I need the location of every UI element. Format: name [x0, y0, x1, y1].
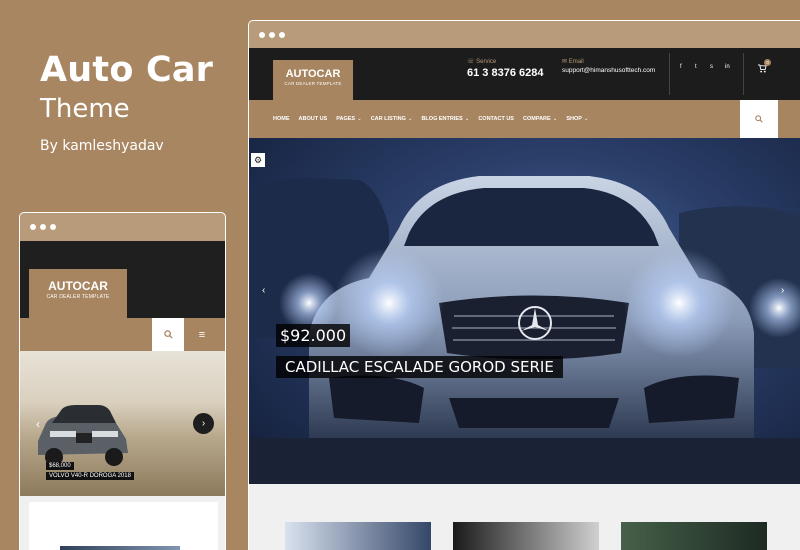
listing-thumbnail[interactable] — [621, 522, 767, 550]
desktop-hero-slider: ⚙ ‹ › $92.000 CADILLAC ESCALADE GOROD SE… — [249, 138, 800, 484]
desktop-content-area — [249, 484, 800, 550]
mobile-slide-name: VOLVO V40-R DOROGA 2018 — [46, 472, 134, 480]
window-dot-icon — [40, 224, 46, 230]
header-divider — [669, 53, 670, 95]
nav-item-blog-entries[interactable]: BLOG ENTRIES — [421, 116, 462, 122]
desktop-window-bar — [249, 21, 800, 48]
promo-author: By kamleshyadav — [40, 138, 164, 154]
mobile-card — [29, 502, 218, 550]
desktop-preview-window: AUTOCAR CAR DEALER TEMPLATE ☏ Service 61… — [248, 20, 800, 550]
window-dot-icon — [259, 31, 265, 38]
promo-title: Auto Car — [40, 50, 214, 90]
chevron-down-icon[interactable]: ⌄ — [465, 116, 470, 122]
car-image — [38, 405, 128, 466]
window-dot-icon — [50, 224, 56, 230]
mobile-window-bar — [20, 213, 225, 241]
chevron-down-icon[interactable]: ⌄ — [408, 116, 413, 122]
mobile-logo-name: AUTOCAR — [48, 279, 108, 293]
chevron-left-icon[interactable]: ‹ — [36, 417, 40, 431]
desktop-header: AUTOCAR CAR DEALER TEMPLATE ☏ Service 61… — [249, 48, 800, 100]
mobile-header: AUTOCAR CAR DEALER TEMPLATE — [20, 241, 225, 318]
menu-icon[interactable]: ≡ — [190, 318, 214, 351]
mobile-card-image — [60, 546, 180, 550]
search-icon[interactable] — [152, 318, 184, 351]
cart-count-badge: 0 — [764, 59, 771, 66]
nav-item-about-us[interactable]: ABOUT US — [299, 116, 328, 122]
chevron-right-icon[interactable]: › — [193, 413, 214, 434]
chevron-down-icon[interactable]: ⌄ — [357, 116, 362, 122]
window-dot-icon — [279, 31, 285, 38]
desktop-nav: HOME ABOUT US PAGES ⌄ CAR LISTING ⌄ BLOG ENTRI… — [249, 100, 800, 138]
email-label: ✉ Email — [562, 59, 584, 65]
nav-item-compare[interactable]: COMPARE — [523, 116, 551, 122]
header-divider — [743, 53, 744, 95]
facebook-icon[interactable]: f — [680, 64, 682, 70]
window-dot-icon — [269, 31, 275, 38]
desktop-logo-tagline: CAR DEALER TEMPLATE — [284, 81, 342, 86]
nav-menu: HOME ABOUT US PAGES ⌄ CAR LISTING ⌄ BLOG ENTRI… — [273, 100, 589, 138]
desktop-logo-name: AUTOCAR — [285, 68, 341, 80]
listing-thumbnail[interactable] — [285, 522, 431, 550]
slide-car-name: CADILLAC ESCALADE GOROD SERIE — [276, 356, 563, 378]
service-label: ☏ Service — [467, 59, 497, 65]
gear-icon[interactable]: ⚙ — [251, 153, 265, 167]
slide-price: $92.000 — [276, 324, 351, 347]
nav-item-contact-us[interactable]: CONTACT US — [478, 116, 514, 122]
mobile-hero-slider: ‹ › $68,000 VOLVO V40-R DOROGA 2018 — [20, 351, 225, 496]
mobile-body — [20, 496, 225, 550]
twitter-icon[interactable]: t — [695, 64, 697, 70]
nav-item-home[interactable]: HOME — [273, 116, 290, 122]
car-image — [249, 176, 800, 484]
mobile-logo[interactable]: AUTOCAR CAR DEALER TEMPLATE — [29, 269, 127, 318]
nav-item-shop[interactable]: SHOP — [566, 116, 582, 122]
desktop-logo[interactable]: AUTOCAR CAR DEALER TEMPLATE — [273, 60, 353, 100]
skype-icon[interactable]: s — [710, 64, 713, 70]
nav-item-pages[interactable]: PAGES — [336, 116, 355, 122]
nav-item-car-listing[interactable]: CAR LISTING — [371, 116, 406, 122]
mobile-slide-price: $68,000 — [46, 462, 74, 470]
chevron-down-icon[interactable]: ⌄ — [584, 116, 589, 122]
chevron-left-icon[interactable]: ‹ — [262, 285, 265, 296]
search-icon[interactable] — [740, 100, 778, 138]
mobile-logo-tagline: CAR DEALER TEMPLATE — [46, 294, 110, 300]
chevron-down-icon[interactable]: ⌄ — [553, 116, 558, 122]
linkedin-icon[interactable]: in — [725, 64, 730, 70]
mobile-preview-window: AUTOCAR CAR DEALER TEMPLATE ≡ ‹ › $68,00… — [19, 212, 226, 550]
promo-subtitle: Theme — [40, 94, 130, 124]
email-address[interactable]: support@himanshusofttech.com — [562, 67, 655, 74]
service-phone[interactable]: 61 3 8376 6284 — [467, 67, 543, 79]
listing-thumbnail[interactable] — [453, 522, 599, 550]
mobile-nav: ≡ — [20, 318, 225, 351]
chevron-right-icon[interactable]: › — [781, 285, 784, 296]
window-dot-icon — [30, 224, 36, 230]
